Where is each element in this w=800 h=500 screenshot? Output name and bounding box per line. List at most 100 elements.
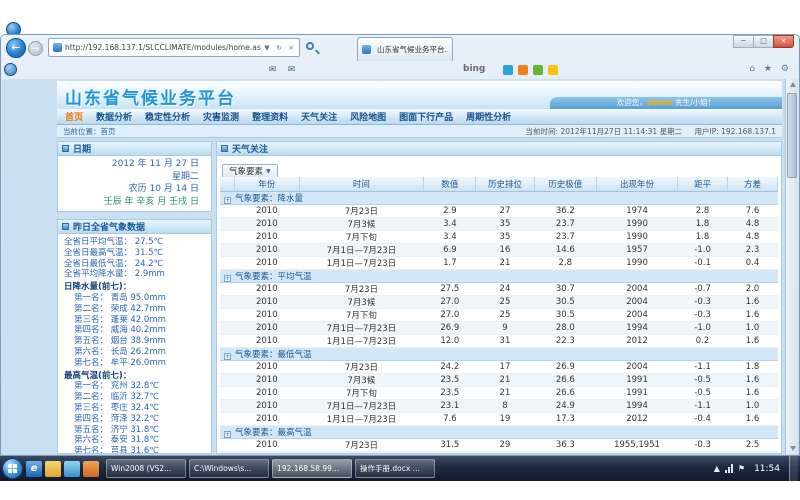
toolbar-orange-icon[interactable] xyxy=(518,65,528,75)
group-title: 最高气温(前七)： xyxy=(64,371,205,382)
nav-item-home[interactable]: 首页 xyxy=(65,110,83,123)
home-icon[interactable]: ⌂ xyxy=(749,64,755,74)
table-row[interactable]: 20107月1日—7月23日23.1824.91994-1.11.0 xyxy=(220,399,778,412)
bing-logo[interactable]: bing xyxy=(463,64,485,74)
toolbar-green-icon[interactable] xyxy=(533,65,543,75)
cell: 26.6 xyxy=(534,373,596,386)
section-header-row[interactable]: 气象要素：平均气温 xyxy=(220,269,778,282)
scroll-up-icon[interactable] xyxy=(787,79,797,91)
browser-tab[interactable]: 山东省气候业务平台... xyxy=(357,37,453,61)
tray-up-icon[interactable]: ▲ xyxy=(714,464,720,473)
search-icon[interactable] xyxy=(304,40,320,56)
table-row[interactable]: 20107月3候27.02530.52004-0.31.6 xyxy=(220,295,778,308)
back-button[interactable]: ← xyxy=(6,38,26,58)
table-row[interactable]: 20101月1日—7月23日7.61917.32012-0.41.6 xyxy=(220,412,778,425)
nav-item-stability-analysis[interactable]: 稳定性分析 xyxy=(145,110,190,123)
welcome-suffix: 先生/小姐！ xyxy=(673,98,715,107)
start-button[interactable] xyxy=(2,458,23,479)
taskbar-button[interactable]: 操作手册.docx ... xyxy=(355,459,435,478)
show-desktop-button[interactable] xyxy=(789,456,798,481)
table-row[interactable]: 20107月3候31.42535.31951-0.31.9 xyxy=(220,451,778,453)
nav-item-periodic-analysis[interactable]: 周期性分析 xyxy=(466,110,511,123)
section-header-row[interactable]: 气象要素：最低气温 xyxy=(220,347,778,360)
nav-item-data-analysis[interactable]: 数据分析 xyxy=(96,110,132,123)
taskbar-button[interactable]: C:\Windows\s... xyxy=(189,459,269,478)
toolbar-orb-icon[interactable] xyxy=(4,63,17,76)
table-row[interactable]: 20107月23日2.92736.219742.87.6 xyxy=(220,204,778,217)
gear-icon[interactable]: ⚙ xyxy=(781,64,789,74)
forward-button[interactable]: → xyxy=(28,41,43,56)
table-row[interactable]: 20107月下旬27.02530.52004-0.31.6 xyxy=(220,308,778,321)
cell: 35 xyxy=(476,217,534,230)
cell: 28.0 xyxy=(534,321,596,334)
nav-item-disaster-monitoring[interactable]: 灾害监测 xyxy=(203,110,239,123)
action-center-icon[interactable]: ⚑ xyxy=(738,464,745,473)
cell: 1957 xyxy=(596,243,677,256)
cell: 2004 xyxy=(596,282,677,295)
column-header: 时间 xyxy=(299,177,424,191)
cell: 4.8 xyxy=(728,217,778,230)
close-button[interactable]: × xyxy=(773,35,794,48)
mail-icon[interactable]: ✉ xyxy=(266,64,279,76)
stop-icon[interactable]: × xyxy=(285,44,297,52)
cell: 17 xyxy=(476,360,534,373)
app-icon-blue[interactable] xyxy=(64,461,80,477)
table-header-row: 年份时间数值历史排位历史极值出现年份距平方差 xyxy=(220,177,778,191)
table-row[interactable]: 20101月1日—7月23日12.03122.320120.21.6 xyxy=(220,334,778,347)
nav-item-risk-map[interactable]: 风险地图 xyxy=(350,110,386,123)
cell: 2010 xyxy=(235,230,299,243)
toolbar-blue-icon[interactable] xyxy=(503,65,513,75)
table-row[interactable]: 20101月1日—7月23日1.7212.81990-0.10.4 xyxy=(220,256,778,269)
send-mail-icon[interactable]: ✉ xyxy=(285,64,298,76)
cell: 30.5 xyxy=(534,308,596,321)
section-label: 气象要素：平均气温 xyxy=(235,272,312,282)
table-row[interactable]: 20107月23日31.52936.31955,1951-0.32.5 xyxy=(220,438,778,451)
table-row[interactable]: 20107月23日27.52430.72004-0.72.0 xyxy=(220,282,778,295)
table-row[interactable]: 20107月3候23.52126.61991-0.51.6 xyxy=(220,373,778,386)
minimize-button[interactable]: ─ xyxy=(733,35,754,48)
table-body: 气象要素：降水量20107月23日2.92736.219742.87.62010… xyxy=(220,191,778,453)
table-row[interactable]: 20107月23日24.21726.92004-1.11.8 xyxy=(220,360,778,373)
app-icon-orange[interactable] xyxy=(83,461,99,477)
section-header-row[interactable]: 气象要素：最高气温 xyxy=(220,425,778,438)
date-line: 农历 10 月 14 日 xyxy=(70,183,199,196)
expand-icon[interactable] xyxy=(224,431,231,438)
taskbar-button[interactable]: Win2008 (VS2... xyxy=(106,459,186,478)
explorer-folder-icon[interactable] xyxy=(45,461,61,477)
cell: 7月1日—7月23日 xyxy=(299,321,424,334)
cell: -0.1 xyxy=(678,256,728,269)
row-spacer-cell xyxy=(220,334,235,347)
nav-item-weather-focus[interactable]: 天气关注 xyxy=(301,110,337,123)
table-row[interactable]: 20107月1日—7月23日26.9928.01994-1.01.0 xyxy=(220,321,778,334)
table-row[interactable]: 20107月下旬23.52126.61991-0.51.6 xyxy=(220,386,778,399)
rank-item: 第七名： 牟平 26.0mm xyxy=(64,358,205,369)
taskbar-clock[interactable]: 11:54 xyxy=(750,464,784,474)
vertical-scrollbar[interactable] xyxy=(785,79,798,454)
expand-icon[interactable] xyxy=(224,275,231,282)
table-row[interactable]: 20107月3候3.43523.719901.84.8 xyxy=(220,217,778,230)
table-row[interactable]: 20107月1日—7月23日6.91614.61957-1.02.3 xyxy=(220,243,778,256)
star-icon[interactable]: ★ xyxy=(764,64,772,74)
ie-icon[interactable]: e xyxy=(26,461,42,477)
taskbar-button[interactable]: 192.168.58.99... xyxy=(272,459,352,478)
expand-icon[interactable] xyxy=(224,197,231,204)
cell: -0.4 xyxy=(678,412,728,425)
maximize-button[interactable]: □ xyxy=(753,35,774,48)
cell: 1.8 xyxy=(678,217,728,230)
cell: -0.7 xyxy=(678,282,728,295)
expand-icon[interactable] xyxy=(224,353,231,360)
cell: 21 xyxy=(476,373,534,386)
cell: 2.5 xyxy=(728,438,778,451)
nav-item-product-issue[interactable]: 图面下行产品 xyxy=(399,110,453,123)
network-icon[interactable] xyxy=(725,464,733,473)
refresh-icon[interactable]: ↻ xyxy=(273,44,285,52)
address-bar[interactable]: http://192.168.137.1/SLCCLIMATE/modules/… xyxy=(48,38,300,57)
address-dropdown-icon[interactable]: ▼ xyxy=(261,44,273,52)
scroll-down-icon[interactable] xyxy=(787,442,797,454)
toolbar-yellow-icon[interactable] xyxy=(548,65,558,75)
scrollbar-thumb[interactable] xyxy=(787,93,797,178)
section-header-row[interactable]: 气象要素：降水量 xyxy=(220,191,778,204)
nav-item-data-compilation[interactable]: 整理资料 xyxy=(252,110,288,123)
cell: 2010 xyxy=(235,256,299,269)
table-row[interactable]: 20107月下旬3.43523.719901.84.8 xyxy=(220,230,778,243)
